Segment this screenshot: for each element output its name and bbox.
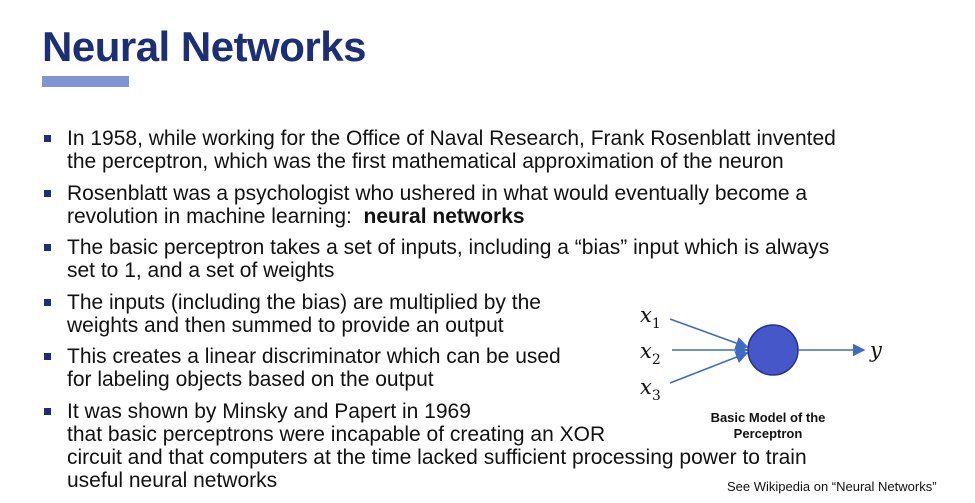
bullet-line: the perceptron, which was the first math… bbox=[67, 150, 784, 173]
bullet-line: The basic perceptron takes a set of inpu… bbox=[67, 236, 830, 259]
bullet-text: The basic perceptron takes a set of inpu… bbox=[67, 236, 829, 282]
bullet-item-2: Rosenblatt was a psychologist who ushere… bbox=[44, 182, 807, 228]
output-label: y bbox=[869, 338, 883, 362]
bullet-emphasis: neural networks bbox=[363, 205, 525, 228]
bullet-line: This creates a linear discriminator whic… bbox=[67, 345, 561, 368]
bullet-line: In 1958, while working for the Office of… bbox=[67, 127, 836, 150]
bullet-line: It was shown by Minsky and Papert in 196… bbox=[67, 400, 471, 423]
perceptron-node bbox=[747, 324, 799, 376]
input-label-2: x2 bbox=[640, 339, 661, 368]
input-edge-1 bbox=[669, 318, 749, 350]
bullet-line: revolution in machine learning: bbox=[67, 205, 364, 228]
bullet-marker bbox=[44, 190, 51, 197]
bullet-text: In 1958, while working for the Office of… bbox=[67, 127, 836, 173]
slide-title: Neural Networks bbox=[42, 23, 366, 70]
bullet-item-4: The inputs (including the bias) are mult… bbox=[44, 291, 541, 337]
bullet-line: useful neural networks bbox=[67, 469, 278, 492]
bullet-item-1: In 1958, while working for the Office of… bbox=[44, 127, 836, 173]
bullet-marker bbox=[44, 408, 51, 415]
title-underline-bar bbox=[42, 76, 129, 87]
caption-line: Basic Model of the bbox=[710, 410, 826, 425]
bullet-line: that basic perceptrons were incapable of… bbox=[67, 423, 606, 446]
input-edge-3 bbox=[669, 351, 749, 384]
bullet-line: set to 1, and a set of weights bbox=[67, 259, 335, 282]
bullet-marker bbox=[44, 353, 51, 360]
slide: Neural Networks In 1958, while working f… bbox=[0, 0, 975, 503]
bullet-line: weights and then summed to provide an ou… bbox=[67, 314, 504, 337]
bullet-item-5: This creates a linear discriminator whic… bbox=[44, 345, 561, 391]
diagram-caption: Basic Model of the Perceptron bbox=[688, 410, 848, 442]
bullet-text: Rosenblatt was a psychologist who ushere… bbox=[67, 182, 807, 228]
caption-line: Perceptron bbox=[733, 426, 803, 441]
input-label-1: x1 bbox=[640, 303, 661, 332]
bullet-text: The inputs (including the bias) are mult… bbox=[67, 291, 541, 337]
source-footnote: See Wikipedia on “Neural Networks” bbox=[727, 479, 937, 494]
bullet-text: This creates a linear discriminator whic… bbox=[67, 345, 561, 391]
input-label-3: x3 bbox=[640, 375, 661, 404]
bullet-line: for labeling objects based on the output bbox=[67, 368, 434, 391]
bullet-marker bbox=[44, 299, 51, 306]
bullet-item-3: The basic perceptron takes a set of inpu… bbox=[44, 236, 829, 282]
bullet-marker bbox=[44, 135, 51, 142]
bullet-line: Rosenblatt was a psychologist who ushere… bbox=[67, 182, 808, 205]
bullet-marker bbox=[44, 244, 51, 251]
bullet-line: The inputs (including the bias) are mult… bbox=[67, 291, 541, 314]
